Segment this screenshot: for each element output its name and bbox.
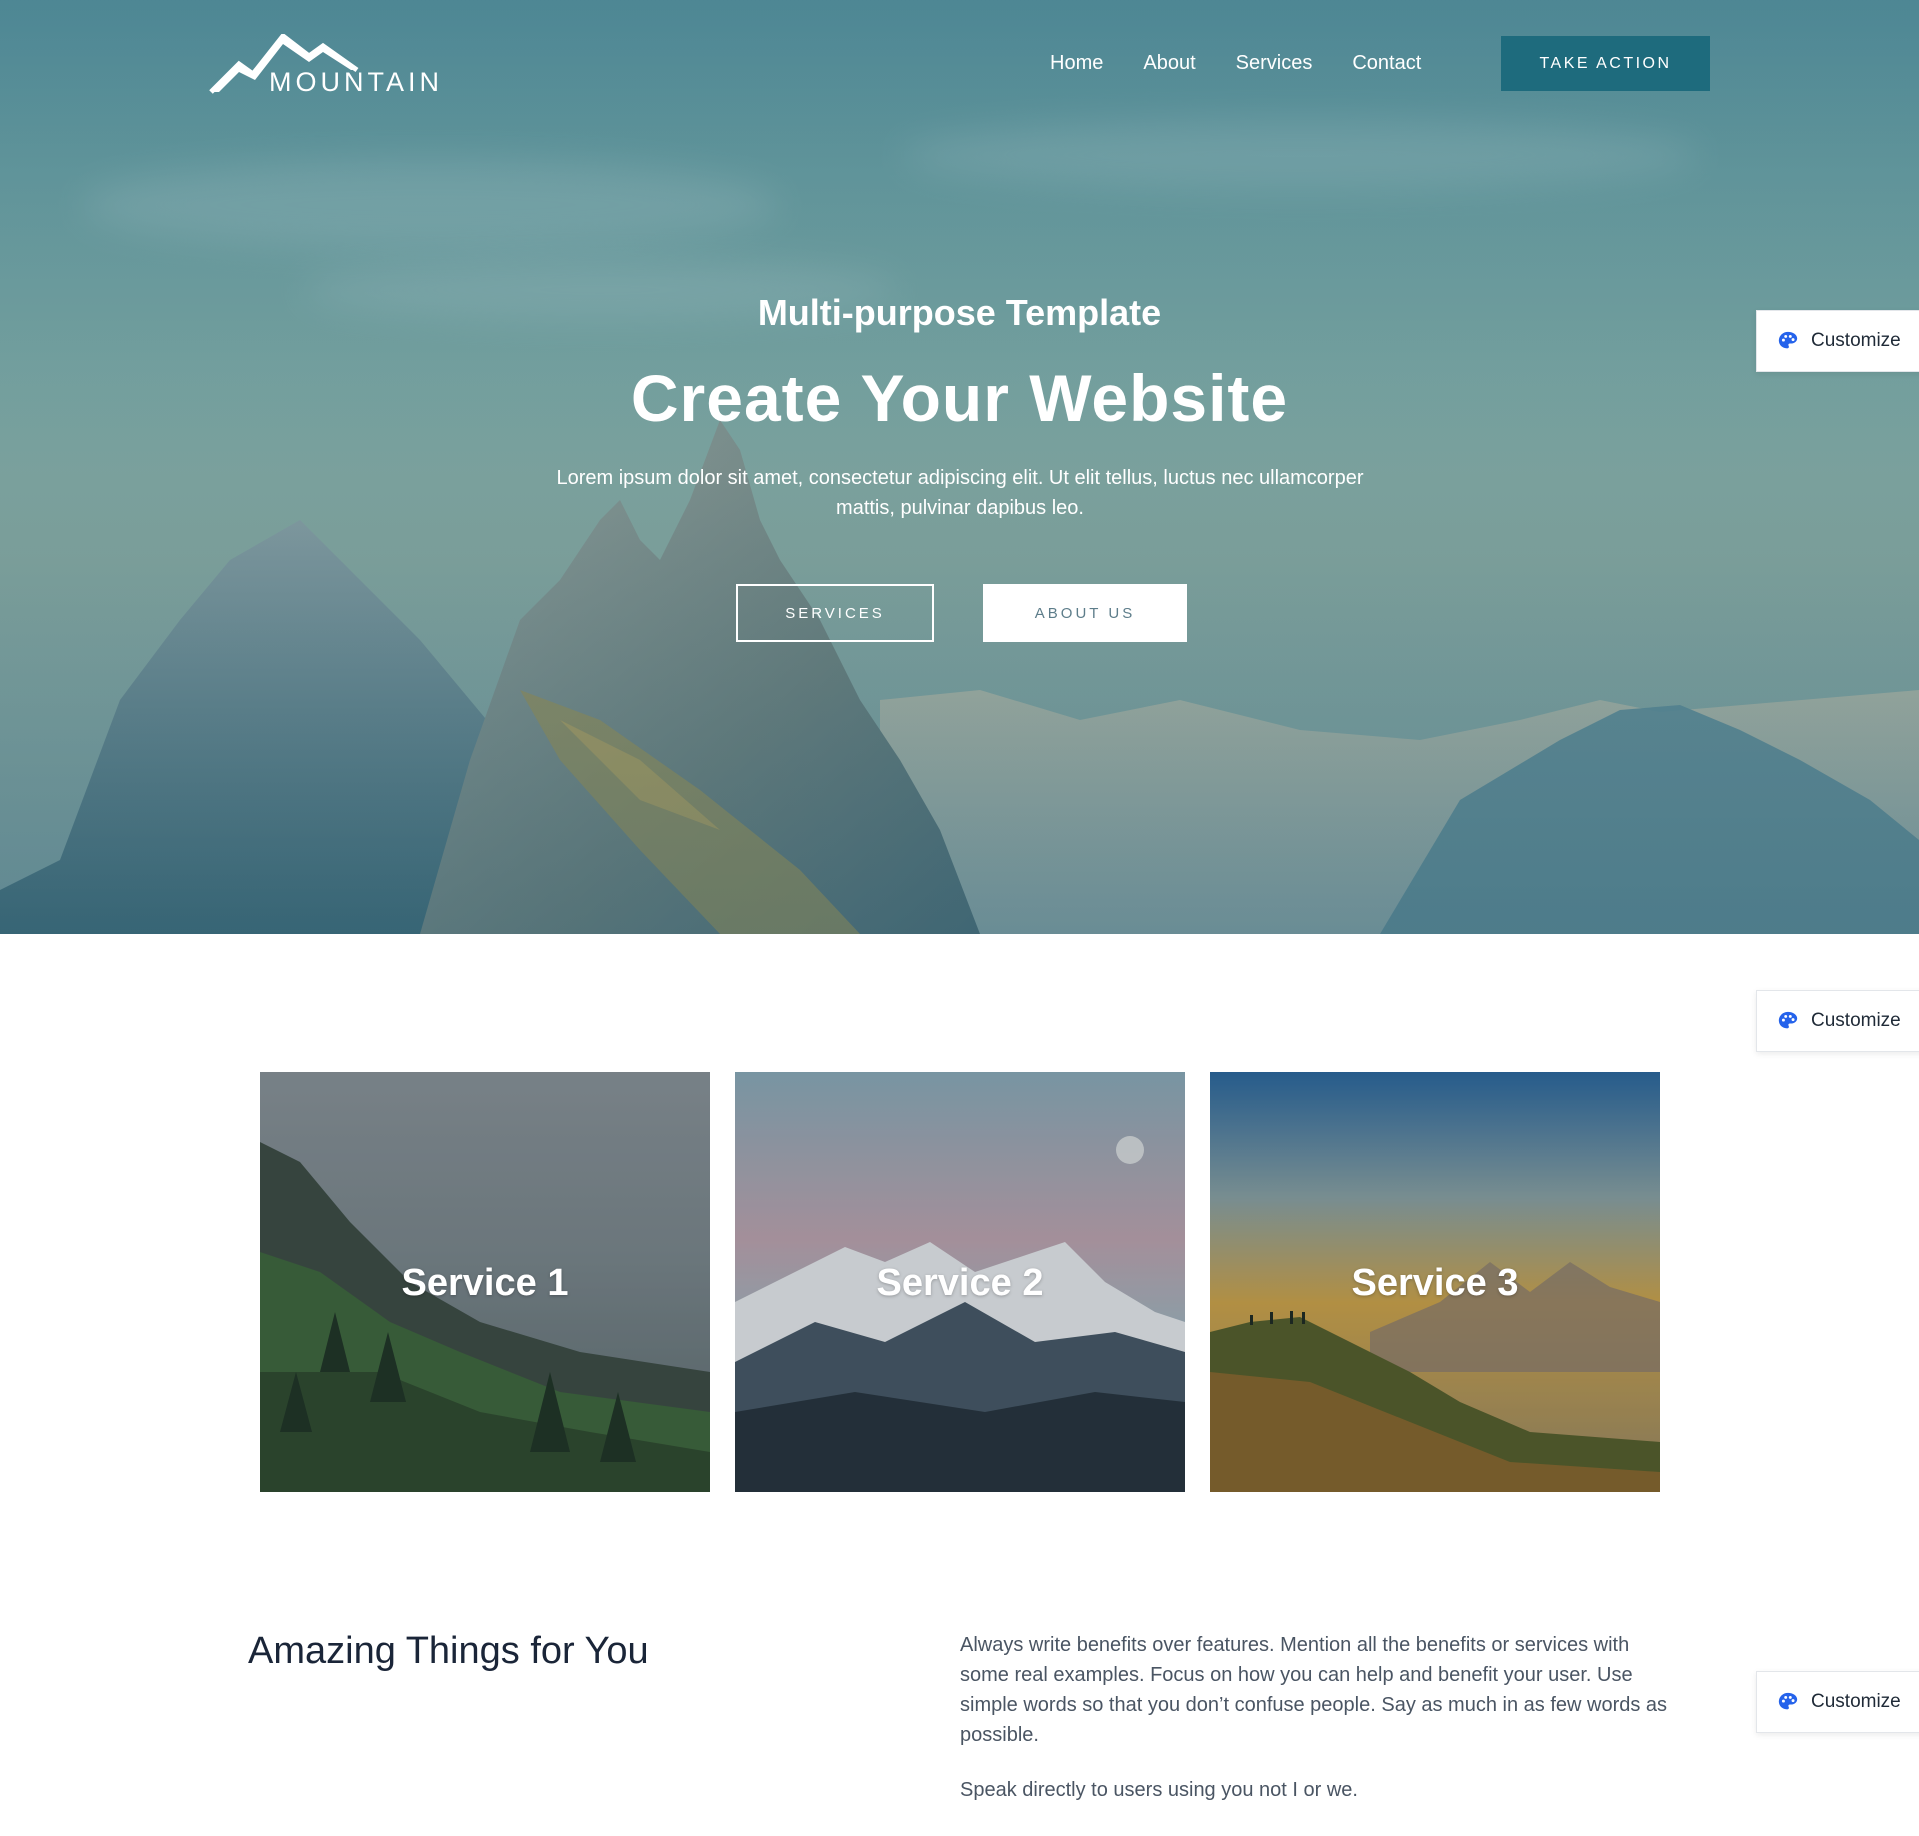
main-navigation: Home About Services Contact	[1050, 50, 1421, 76]
nav-item-about[interactable]: About	[1143, 50, 1195, 76]
customize-label: Customize	[1811, 1010, 1901, 1031]
customize-button[interactable]: Customize	[1756, 1671, 1919, 1733]
about-us-button[interactable]: ABOUT US	[983, 584, 1187, 642]
hero-section: MOUNTAIN Home About Services Contact TAK…	[0, 0, 1919, 934]
hero-title: Create Your Website	[630, 361, 1289, 435]
palette-icon	[1778, 331, 1798, 349]
customize-button[interactable]: Customize	[1756, 310, 1919, 372]
palette-icon	[1778, 1011, 1798, 1029]
service-card-3[interactable]: Service 3	[1210, 1072, 1660, 1492]
hero-subtitle: Multi-purpose Template	[757, 292, 1162, 333]
palette-icon	[1778, 1692, 1798, 1710]
service-card-title: Service 3	[1351, 1262, 1519, 1304]
about-paragraph: Speak directly to users using you not I …	[960, 1779, 1358, 1801]
hero-description: Lorem ipsum dolor sit amet, consectetur …	[556, 467, 1364, 519]
service-card-1[interactable]: Service 1	[260, 1072, 710, 1492]
customize-label: Customize	[1811, 330, 1901, 351]
logo-text: MOUNTAIN	[269, 67, 443, 97]
site-logo[interactable]: MOUNTAIN	[209, 34, 443, 97]
nav-item-home[interactable]: Home	[1050, 50, 1103, 76]
section-heading: Amazing Things for You	[248, 1630, 649, 1672]
services-button[interactable]: SERVICES	[736, 584, 934, 642]
service-card-2[interactable]: Service 2	[735, 1072, 1185, 1492]
nav-item-contact[interactable]: Contact	[1352, 50, 1421, 76]
about-paragraph: Always write benefits over features. Men…	[960, 1634, 1668, 1746]
take-action-button[interactable]: TAKE ACTION	[1501, 36, 1710, 91]
service-card-title: Service 1	[401, 1262, 569, 1304]
customize-label: Customize	[1811, 1691, 1901, 1712]
service-card-title: Service 2	[876, 1262, 1044, 1304]
customize-button[interactable]: Customize	[1756, 990, 1919, 1052]
nav-item-services[interactable]: Services	[1236, 50, 1313, 76]
